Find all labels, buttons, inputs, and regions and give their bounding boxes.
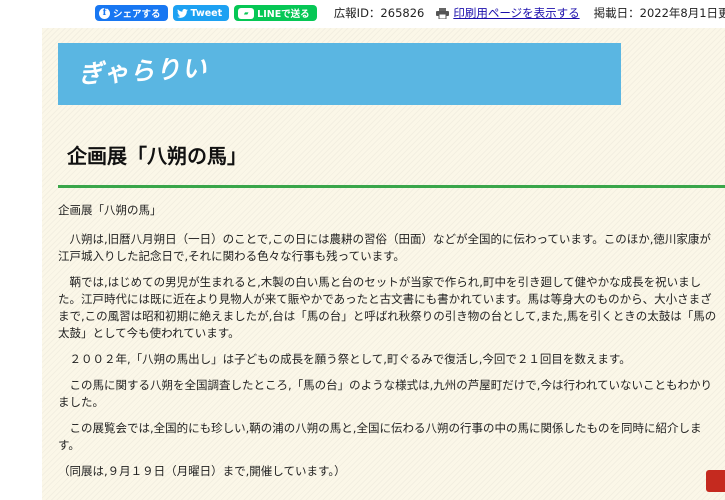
share-bar: f シェアする Tweet ▰ LINEで送る 広報ID：265826 印刷用ペ… <box>0 0 725 26</box>
facebook-share-label: シェアする <box>113 9 161 20</box>
article-lead: 企画展「八朔の馬」 <box>58 203 162 217</box>
article-paragraph: この馬に関する八朔を全国調査したところ,「馬の台」のような様式は,九州の芦屋町だ… <box>58 378 713 409</box>
exhibition-period-note: （同展は,９月１９日（月曜日）まで,開催しています。） <box>58 464 346 478</box>
line-share-label: LINEで送る <box>257 9 310 20</box>
facebook-icon: f <box>99 7 110 19</box>
article-paragraph: ２００２年,「八朔の馬出し」は子どもの成長を願う祭として,町ぐるみで復活し,今回… <box>69 352 631 366</box>
page-title: 企画展「八朔の馬」 <box>67 144 247 168</box>
article-paragraph: 八朔は,旧暦八月朔日（一日）のことで,この日には農耕の習俗（田面）などが全国的に… <box>58 232 711 263</box>
tweet-label: Tweet <box>190 7 223 19</box>
side-decoration <box>706 470 725 492</box>
line-share-button[interactable]: ▰ LINEで送る <box>234 5 317 21</box>
article-paragraph: 鞆では,はじめての男児が生まれると,木製の白い馬と台のセットが当家で作られ,町中… <box>58 275 717 340</box>
published-date: 掲載日：2022年8月1日更新 <box>593 6 725 20</box>
article-body: 企画展「八朔の馬」 八朔は,旧暦八月朔日（一日）のことで,この日には農耕の習俗（… <box>58 202 722 489</box>
gallery-banner: ぎゃらりい <box>58 43 621 105</box>
title-divider <box>58 185 725 188</box>
tweet-button[interactable]: Tweet <box>172 5 230 21</box>
banner-title: ぎゃらりい <box>77 53 209 89</box>
print-page-link[interactable]: 印刷用ページを表示する <box>453 5 579 21</box>
line-icon: ▰ <box>238 7 255 19</box>
article-paragraph: この展覧会では,全国的にも珍しい,鞆の浦の八朔の馬と,全国に伝わる八朔の行事の中… <box>58 421 702 452</box>
page-margin <box>0 28 42 500</box>
facebook-share-button[interactable]: f シェアする <box>95 5 168 21</box>
printer-icon <box>436 7 450 19</box>
ad-id: 広報ID：265826 <box>333 6 425 20</box>
twitter-bird-icon <box>176 8 188 19</box>
